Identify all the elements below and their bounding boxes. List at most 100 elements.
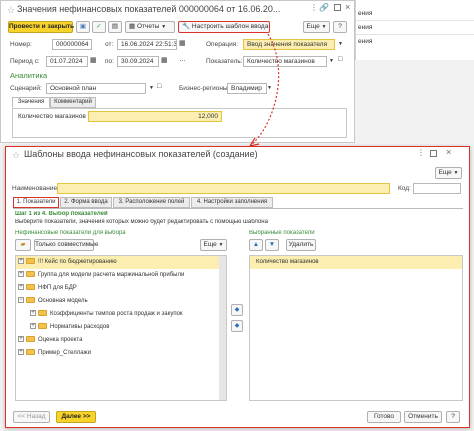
background-list-row[interactable]: ения (358, 38, 372, 45)
scenario-field[interactable]: Основной план (46, 83, 146, 94)
tab-comment[interactable]: Комментарий (50, 97, 96, 108)
help-button[interactable]: ? (333, 21, 347, 33)
business-regions-field[interactable]: Владимир (227, 83, 267, 94)
tab-input-form[interactable]: 2. Форма ввода (60, 197, 112, 208)
folder-icon (26, 297, 35, 304)
calendar-icon[interactable]: ▦ (90, 56, 97, 64)
collapse-icon[interactable]: + (30, 310, 36, 317)
chevron-down-icon[interactable]: ▼ (329, 58, 334, 64)
next-button[interactable]: Далее >> (56, 411, 96, 423)
report-icon: ▦ (129, 23, 136, 30)
collapse-icon[interactable]: + (18, 349, 24, 356)
name-field[interactable] (57, 183, 390, 194)
reports-button[interactable]: ▦ Отчеты ▼ (125, 21, 175, 33)
group-icon[interactable]: ▰ (15, 239, 31, 251)
tree-item[interactable]: + Пример_Стеллажи (18, 347, 91, 360)
tree-item-label: Нормативы расходов (50, 324, 110, 330)
right-panel-header: Выбранные показатели (249, 230, 315, 236)
close-icon[interactable]: × (446, 147, 451, 157)
post-icon[interactable]: ✓ (92, 21, 106, 33)
more-icon[interactable]: ⋮ (417, 148, 425, 157)
period-from-field[interactable]: 01.07.2024 (46, 56, 88, 67)
left-panel-header: Нефинансовые показатели для выбора (15, 230, 126, 236)
more-label: Еще (438, 169, 452, 176)
delete-button[interactable]: Удалить (286, 239, 316, 251)
link-icon[interactable]: 🔗 (319, 3, 329, 12)
more-button[interactable]: Еще ▼ (435, 167, 462, 179)
open-icon[interactable]: □ (338, 56, 342, 63)
collapse-icon[interactable]: − (18, 297, 24, 304)
tree-item[interactable]: − Основная модель (18, 295, 88, 308)
post-close-button[interactable]: Провести и закрыть (8, 21, 74, 33)
folder-icon (26, 349, 35, 356)
step-title: Шаг 1 из 4. Выбор показателей (15, 211, 108, 217)
collapse-icon[interactable]: + (30, 323, 36, 330)
tree-item[interactable]: + Оценка проекта (18, 334, 82, 347)
code-field[interactable] (413, 183, 461, 194)
star-icon[interactable]: ☆ (12, 150, 20, 161)
chevron-down-icon[interactable]: ▼ (338, 41, 343, 47)
maximize-icon[interactable] (430, 150, 437, 157)
maximize-icon[interactable] (334, 4, 341, 11)
folder-icon (26, 271, 35, 278)
value-row-label: Количество магазинов (18, 113, 86, 120)
tree-item-label: Оценка проекта (38, 337, 83, 343)
calendar-icon[interactable]: ▦ (179, 39, 186, 47)
step-description: Выберите показатели, значения которых мо… (15, 219, 268, 225)
tree-item[interactable]: + НФП для БДР (18, 282, 77, 295)
collapse-icon[interactable]: + (18, 271, 24, 278)
calendar-icon[interactable]: ▦ (161, 56, 168, 64)
vertical-scrollbar[interactable] (219, 256, 226, 400)
indicator-tree: + !!! Кейс по бюджетированию + Группа для … (15, 255, 227, 401)
add-selected-button[interactable]: ◆ (231, 304, 243, 316)
number-label: Номер: (10, 41, 32, 48)
period-label: Период с: (10, 58, 40, 65)
only-compatible-toggle[interactable]: Только совместимые (34, 239, 98, 251)
values-table: Количество магазинов 12,000 (12, 108, 347, 138)
remove-selected-button[interactable]: ◆ (231, 320, 243, 332)
collapse-icon[interactable]: + (18, 336, 24, 343)
date-field[interactable]: 16.06.2024 22:51:39 (117, 39, 177, 50)
tree-item[interactable]: + Нормативы расходов (30, 321, 109, 334)
close-icon[interactable]: × (345, 2, 350, 12)
period-to-label: по: (105, 58, 114, 65)
dialog-title: Шаблоны ввода нефинансовых показателей (… (24, 149, 258, 159)
more-icon[interactable]: ⋮ (310, 3, 318, 12)
indicator-field[interactable]: Количество магазинов (243, 56, 327, 67)
collapse-icon[interactable]: + (18, 284, 24, 291)
more-button[interactable]: Еще ▼ (303, 21, 330, 33)
operation-field[interactable]: Ввод значения показателя (243, 39, 335, 50)
value-row-field[interactable]: 12,000 (88, 111, 222, 122)
open-icon[interactable]: □ (157, 83, 161, 90)
back-button[interactable]: << Назад (13, 411, 50, 423)
background-list-row[interactable]: ения (358, 24, 372, 31)
period-to-field[interactable]: 30.09.2024 (117, 56, 159, 67)
period-selector-icon[interactable]: … (179, 56, 186, 63)
tree-item[interactable]: + Коэффициенты темпов роста продаж и заку… (30, 308, 183, 321)
background-list-row[interactable]: ения (358, 10, 372, 17)
tab-indicators[interactable]: 1. Показатели (13, 197, 59, 208)
help-button[interactable]: ? (446, 411, 460, 423)
selected-indicator-item[interactable]: Количество магазинов (256, 259, 319, 265)
move-up-button[interactable]: ▲ (249, 239, 263, 251)
tree-item[interactable]: + Группа для модели расчета маржинальной … (18, 269, 184, 282)
done-button[interactable]: Готово (367, 411, 401, 423)
window-title: Значения нефинансовых показателей 000000… (17, 4, 281, 14)
tab-values[interactable]: Значения (12, 97, 50, 108)
chevron-down-icon[interactable]: ▼ (267, 85, 272, 91)
attach-icon[interactable]: ▤ (108, 21, 122, 33)
tree-item[interactable]: + !!! Кейс по бюджетированию (18, 256, 117, 269)
chevron-down-icon[interactable]: ▼ (149, 85, 154, 91)
configure-template-button[interactable]: 🔧 Настроить шаблон ввода (178, 21, 270, 33)
left-more-button[interactable]: Еще ▼ (200, 239, 227, 251)
tab-fill-settings[interactable]: 4. Настройки заполнения (191, 197, 273, 208)
cancel-button[interactable]: Отменить (404, 411, 442, 423)
number-field[interactable]: 000000064 (52, 39, 92, 50)
star-icon[interactable]: ☆ (7, 5, 15, 16)
folder-icon (38, 310, 47, 317)
move-down-button[interactable]: ▼ (265, 239, 279, 251)
collapse-icon[interactable]: + (18, 258, 24, 265)
chevron-down-icon: ▼ (321, 24, 327, 30)
tab-field-layout[interactable]: 3. Расположение полей (113, 197, 190, 208)
save-icon[interactable]: ▣ (76, 21, 90, 33)
